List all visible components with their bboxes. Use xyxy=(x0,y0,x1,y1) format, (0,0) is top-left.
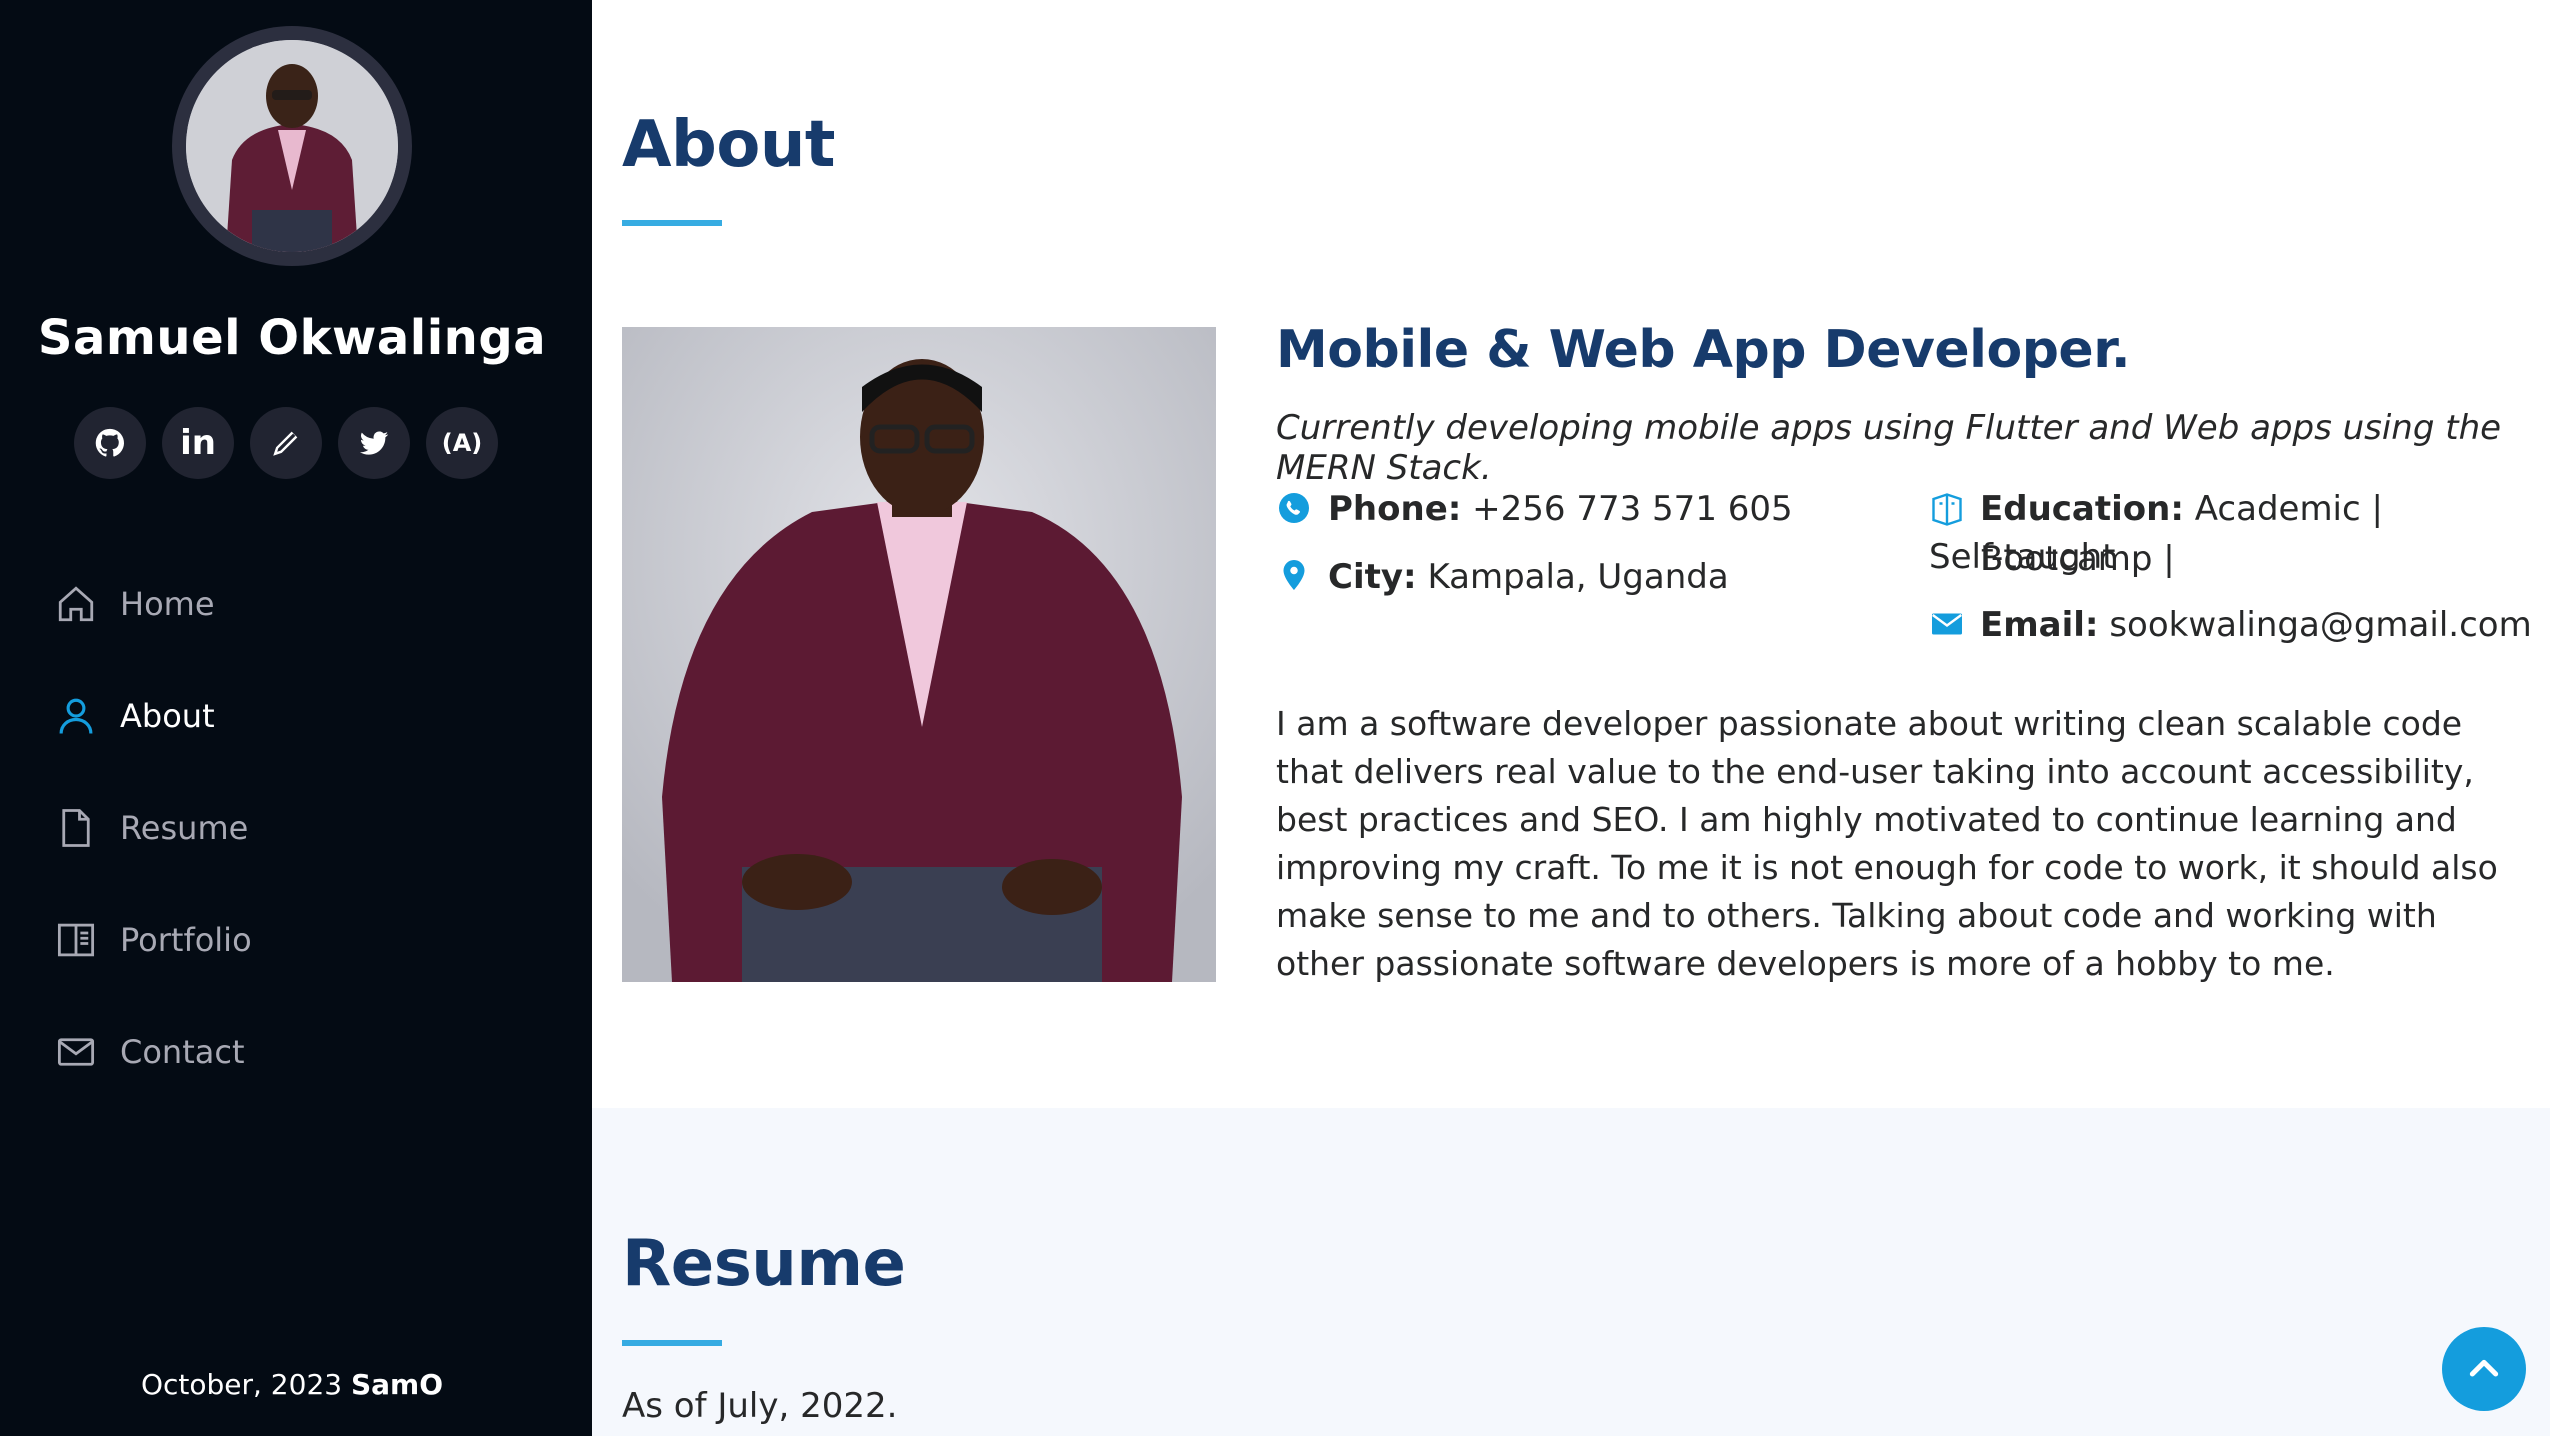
sidebar-footer: October, 2023 SamO xyxy=(0,1368,584,1401)
profile-avatar-frame xyxy=(172,26,412,266)
education-label: Education: xyxy=(1980,489,2184,529)
house-icon xyxy=(52,580,100,628)
city-label: City: xyxy=(1328,557,1417,597)
freecodecamp-icon: (A) xyxy=(441,429,483,457)
resume-title-underline xyxy=(622,1340,722,1346)
whatsapp-icon xyxy=(1279,493,1309,523)
role-title: Mobile & Web App Developer. xyxy=(1276,320,2131,380)
email-info: Email: sookwalinga@gmail.com xyxy=(1980,600,2532,650)
about-title-underline xyxy=(622,220,722,226)
book-open-icon xyxy=(1932,493,1962,526)
nav-item-resume[interactable]: Resume xyxy=(52,772,572,884)
blog-link[interactable] xyxy=(250,407,322,479)
social-links: in (A) xyxy=(74,407,498,479)
avatar xyxy=(186,40,398,252)
file-icon xyxy=(52,804,100,852)
nav-label-contact: Contact xyxy=(120,1033,245,1071)
envelope-icon xyxy=(52,1028,100,1076)
email-label: Email: xyxy=(1980,605,2099,645)
nav-label-home: Home xyxy=(120,585,215,623)
twitter-link[interactable] xyxy=(338,407,410,479)
footer-brand: SamO xyxy=(350,1368,444,1401)
back-to-top-button[interactable] xyxy=(2442,1327,2526,1411)
github-link[interactable] xyxy=(74,407,146,479)
map-pin-icon xyxy=(1283,560,1305,590)
email-value: sookwalinga@gmail.com xyxy=(2109,605,2532,645)
footer-date: October, 2023 xyxy=(140,1368,343,1401)
tagline: Currently developing mobile apps using F… xyxy=(1276,408,2502,488)
chevron-up-icon xyxy=(2469,1359,2499,1377)
person-icon xyxy=(52,692,100,740)
pen-icon xyxy=(273,431,298,456)
nav-label-portfolio: Portfolio xyxy=(120,921,252,959)
nav-item-home[interactable]: Home xyxy=(52,548,572,660)
twitter-icon xyxy=(359,431,389,455)
linkedin-icon: in xyxy=(180,423,216,463)
github-icon xyxy=(95,428,124,457)
phone-value: +256 773 571 605 xyxy=(1472,489,1793,529)
education-value-line2: Self-taught xyxy=(1929,537,2116,577)
linkedin-link[interactable]: in xyxy=(162,407,234,479)
nav-item-about[interactable]: About xyxy=(52,660,572,772)
nav-menu: Home About Resume Portfolio Contact xyxy=(52,548,572,1108)
city-value: Kampala, Uganda xyxy=(1427,557,1729,597)
phone-label: Phone: xyxy=(1328,489,1462,529)
resume-as-of: As of July, 2022. xyxy=(622,1386,898,1426)
book-icon xyxy=(52,916,100,964)
nav-label-resume: Resume xyxy=(120,809,249,847)
resume-title: Resume xyxy=(622,1227,906,1301)
mail-icon xyxy=(1932,613,1962,635)
nav-item-contact[interactable]: Contact xyxy=(52,996,572,1108)
sidebar: Samuel Okwalinga in (A) Home About Resum… xyxy=(0,0,592,1436)
education-info-continued: Self-taught xyxy=(1929,532,2116,582)
profile-name: Samuel Okwalinga xyxy=(37,310,547,366)
nav-item-portfolio[interactable]: Portfolio xyxy=(52,884,572,996)
nav-label-about: About xyxy=(120,697,215,735)
city-info: City: Kampala, Uganda xyxy=(1328,552,1729,602)
main-content: About Mobile & Web App Developer. Curren… xyxy=(592,0,2550,1436)
about-photo xyxy=(622,327,1216,982)
freecodecamp-link[interactable]: (A) xyxy=(426,407,498,479)
about-bio: I am a software developer passionate abo… xyxy=(1276,704,2498,983)
about-title: About xyxy=(622,108,835,182)
phone-info: Phone: +256 773 571 605 xyxy=(1328,484,1793,534)
